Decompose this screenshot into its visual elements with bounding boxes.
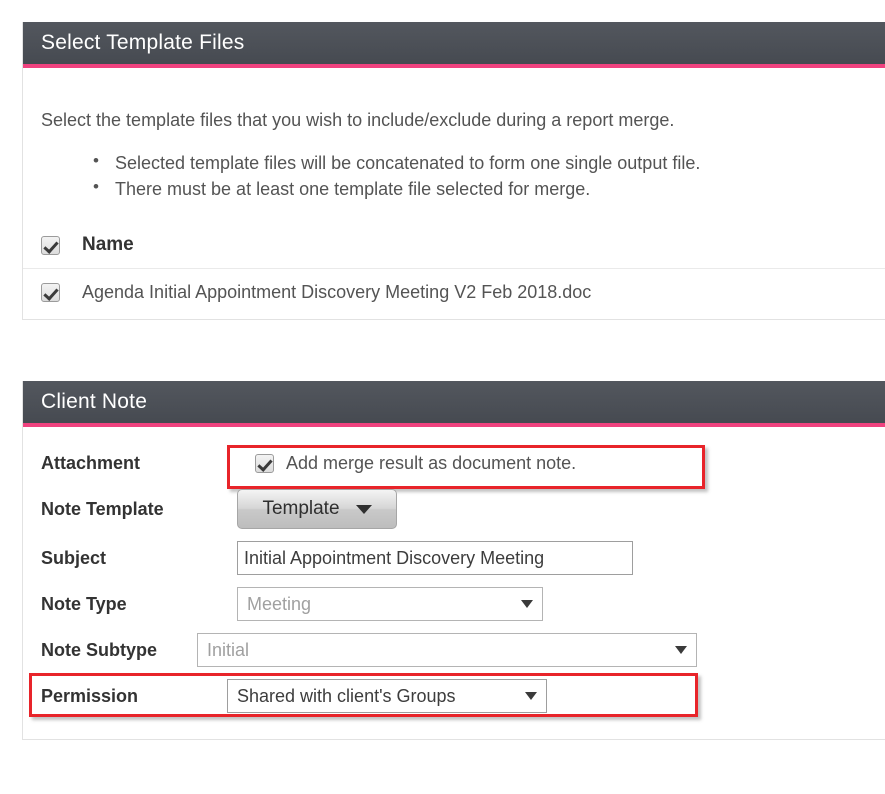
form-row-permission: Permission Shared with client's Groups (23, 673, 885, 719)
intro-text: Select the template files that you wish … (41, 110, 675, 130)
note-subtype-select[interactable]: Initial (197, 633, 697, 667)
form-row-note-type: Note Type Meeting (23, 581, 885, 627)
bullet-item: There must be at least one template file… (93, 175, 885, 202)
label-note-type: Note Type (41, 593, 127, 614)
panel-title: Client Note (41, 390, 148, 413)
subject-input[interactable] (237, 541, 633, 575)
row-select-checkbox[interactable] (41, 283, 60, 303)
label-attachment: Attachment (41, 452, 141, 473)
form-row-attachment: Attachment Add merge result as document … (23, 443, 885, 489)
panel-header-template-files: Select Template Files (23, 22, 885, 68)
panel-body-client-note: Attachment Add merge result as document … (23, 427, 885, 739)
attachment-checkbox-group[interactable]: Add merge result as document note. (255, 453, 576, 474)
note-type-value: Meeting (247, 593, 312, 614)
column-header-name: Name (82, 234, 134, 256)
note-type-select[interactable]: Meeting (237, 587, 543, 621)
chevron-down-icon (355, 504, 372, 514)
note-subtype-value: Initial (207, 639, 250, 660)
table-header-row: Name (23, 228, 885, 268)
template-files-table: Name Agenda Initial Appointment Discover… (23, 228, 885, 319)
form-row-note-template: Note Template Template (23, 483, 885, 535)
template-file-name: Agenda Initial Appointment Discovery Mee… (82, 282, 592, 303)
client-note-form: Attachment Add merge result as document … (23, 427, 885, 739)
bullet-list: Selected template files will be concaten… (23, 149, 885, 202)
form-row-note-subtype: Note Subtype Initial (23, 627, 885, 673)
label-permission: Permission (41, 685, 139, 706)
form-row-subject: Subject (23, 535, 885, 581)
chevron-down-icon (525, 692, 537, 700)
label-subject: Subject (41, 547, 107, 568)
panel-body-template-files: Select the template files that you wish … (23, 86, 885, 320)
label-note-template: Note Template (41, 498, 164, 519)
chevron-down-icon (675, 646, 687, 654)
attachment-checkbox[interactable] (255, 453, 274, 473)
permission-value: Shared with client's Groups (237, 685, 456, 706)
bullet-item: Selected template files will be concaten… (93, 149, 885, 176)
chevron-down-icon (521, 600, 533, 608)
select-all-checkbox[interactable] (41, 235, 60, 255)
permission-select[interactable]: Shared with client's Groups (227, 679, 547, 713)
note-template-button-label: Template (262, 498, 340, 519)
table-row[interactable]: Agenda Initial Appointment Discovery Mee… (23, 268, 885, 319)
attachment-checkbox-label: Add merge result as document note. (286, 452, 577, 473)
panel-header-client-note: Client Note (23, 381, 885, 427)
client-note-panel: Client Note Attachment Add merge result … (22, 381, 885, 740)
note-template-dropdown-button[interactable]: Template (237, 489, 397, 529)
panel-title: Select Template Files (41, 31, 245, 54)
select-template-files-panel: Select Template Files Select the templat… (22, 22, 885, 321)
